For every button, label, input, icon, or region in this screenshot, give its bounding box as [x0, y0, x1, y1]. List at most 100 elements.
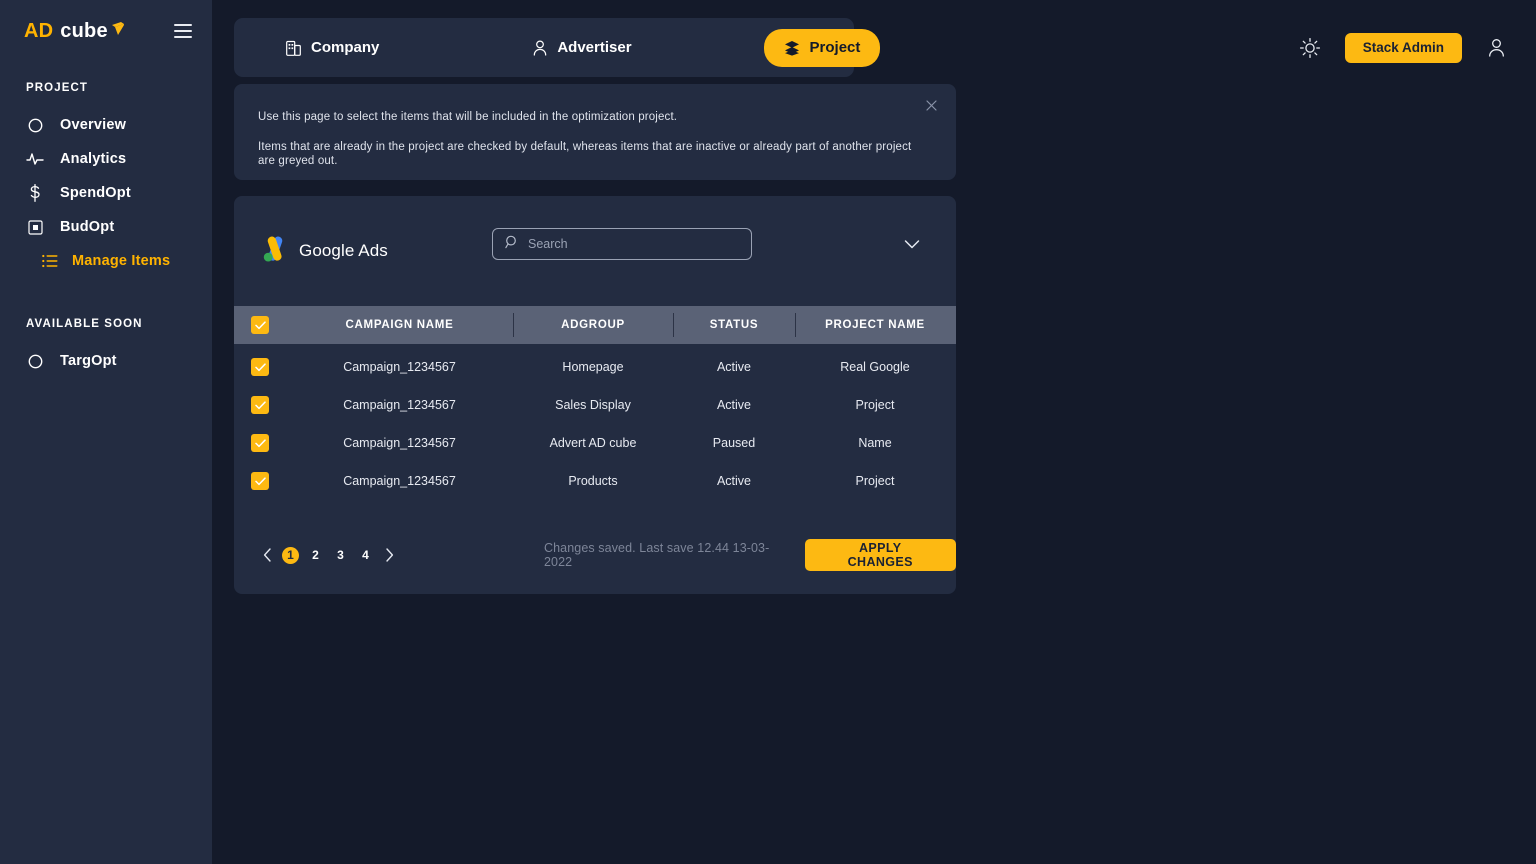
column-header-status[interactable]: STATUS: [673, 306, 795, 344]
cell-project-name: Name: [858, 436, 892, 450]
pagination-page-1[interactable]: 1: [282, 546, 299, 564]
table-body: Campaign_1234567 Homepage Active Real Go…: [234, 344, 956, 500]
hamburger-bar: [174, 24, 192, 26]
banner-line-2: Items that are already in the project ar…: [258, 141, 912, 167]
tab-project[interactable]: Project: [763, 28, 881, 67]
hamburger-bar: [174, 30, 192, 32]
card-footer: 1 2 3 4 Changes saved. Last save 12.44 1…: [234, 516, 956, 594]
cell-adgroup: Homepage: [562, 360, 624, 374]
chevron-left-icon[interactable]: [260, 547, 274, 563]
table-header-row: CAMPAIGN NAME ADGROUP STATUS PROJECT NAM…: [234, 306, 956, 344]
sidebar-item-analytics[interactable]: Analytics: [0, 142, 212, 176]
column-divider: [673, 313, 674, 337]
list-icon: [42, 253, 58, 269]
cell-campaign-name: Campaign_1234567: [343, 360, 456, 374]
logo-text-ad: AD: [24, 19, 54, 42]
row-checkbox[interactable]: [251, 434, 269, 452]
pagination: 1 2 3 4: [260, 546, 396, 564]
sun-icon[interactable]: [1297, 35, 1323, 61]
sidebar-item-label: TargOpt: [60, 353, 117, 369]
stack-admin-button[interactable]: Stack Admin: [1344, 32, 1462, 63]
logo-text-cube: cube: [60, 19, 108, 42]
save-status-text: Changes saved. Last save 12.44 13-03-202…: [544, 541, 770, 569]
chevron-right-icon[interactable]: [382, 547, 396, 563]
sidebar: AD cube PROJECT Overview Analytics Spend…: [0, 0, 212, 864]
close-icon[interactable]: [922, 96, 940, 114]
column-divider: [513, 313, 514, 337]
row-select-cell: [234, 472, 286, 490]
cell-campaign-name: Campaign_1234567: [343, 436, 456, 450]
hamburger-bar: [174, 36, 192, 38]
row-select-cell: [234, 396, 286, 414]
circle-icon: [26, 116, 44, 134]
main-content: Company Advertiser Project Stack Admin U…: [212, 0, 1536, 864]
sidebar-item-overview[interactable]: Overview: [0, 108, 212, 142]
row-checkbox[interactable]: [251, 396, 269, 414]
sidebar-header: AD cube: [0, 0, 212, 62]
pagination-page-4[interactable]: 4: [357, 547, 374, 564]
cell-status: Active: [716, 360, 752, 374]
row-checkbox[interactable]: [251, 358, 269, 376]
person-icon: [533, 40, 547, 56]
select-all-cell: [234, 316, 286, 334]
table-row[interactable]: Campaign_1234567 Homepage Active Real Go…: [234, 348, 956, 386]
search-input[interactable]: [528, 237, 728, 251]
cell-project-name: Project: [855, 474, 895, 488]
pagination-page-3[interactable]: 3: [332, 547, 349, 564]
sidebar-item-targopt[interactable]: TargOpt: [0, 344, 212, 378]
sidebar-item-label: Analytics: [60, 151, 127, 167]
tab-company[interactable]: Company: [270, 30, 395, 66]
cube-icon: [109, 21, 125, 39]
pulse-icon: [26, 150, 44, 168]
column-header-project-name[interactable]: PROJECT NAME: [795, 306, 955, 344]
top-bar-actions: Stack Admin: [1297, 18, 1508, 77]
square-in-square-icon: [26, 218, 44, 236]
app-logo[interactable]: AD cube: [24, 20, 125, 43]
search-box[interactable]: [492, 228, 752, 260]
cell-adgroup: Products: [568, 474, 618, 488]
table-row[interactable]: Campaign_1234567 Advert AD cube Paused N…: [234, 424, 956, 462]
cell-campaign-name: Campaign_1234567: [343, 474, 456, 488]
cell-project-name: Project: [855, 398, 895, 412]
table-row[interactable]: Campaign_1234567 Products Active Project: [234, 462, 956, 500]
sidebar-toggle-button[interactable]: [174, 24, 192, 38]
column-header-adgroup[interactable]: ADGROUP: [513, 306, 673, 344]
row-select-cell: [234, 434, 286, 452]
row-select-cell: [234, 358, 286, 376]
cell-status: Paused: [712, 436, 756, 450]
sidebar-section-available-soon: AVAILABLE SOON: [26, 318, 143, 330]
apply-changes-button[interactable]: APPLY CHANGES: [804, 539, 956, 571]
sidebar-item-spendopt[interactable]: SpendOpt: [0, 176, 212, 210]
chevron-down-icon[interactable]: [902, 234, 922, 254]
sidebar-item-manage-items[interactable]: Manage Items: [0, 244, 212, 278]
cell-status: Active: [716, 398, 752, 412]
building-icon: [286, 39, 301, 56]
sidebar-item-budopt[interactable]: BudOpt: [0, 210, 212, 244]
entity-tabs: Company Advertiser Project: [234, 18, 881, 77]
tab-advertiser[interactable]: Advertiser: [517, 30, 647, 66]
select-all-checkbox[interactable]: [251, 316, 269, 334]
sidebar-section-project: PROJECT: [26, 82, 89, 94]
sidebar-item-label: Manage Items: [72, 253, 171, 269]
tab-label: Project: [809, 39, 861, 56]
items-card: Google Ads Search CAMPAIGN NAME ADGROUP …: [234, 196, 956, 594]
column-header-campaign-name[interactable]: CAMPAIGN NAME: [286, 306, 513, 344]
dollar-icon: [26, 184, 44, 202]
circle-icon: [26, 352, 44, 370]
table-row[interactable]: Campaign_1234567 Sales Display Active Pr…: [234, 386, 956, 424]
cell-adgroup: Sales Display: [555, 398, 631, 412]
cell-adgroup: Advert AD cube: [549, 436, 637, 450]
sidebar-item-label: Overview: [60, 117, 127, 133]
google-ads-icon: [260, 234, 290, 269]
row-checkbox[interactable]: [251, 472, 269, 490]
pagination-page-2[interactable]: 2: [307, 547, 324, 564]
tab-label: Company: [311, 39, 380, 56]
account-person-icon[interactable]: [1484, 36, 1508, 60]
sidebar-item-label: SpendOpt: [60, 185, 131, 201]
search-icon: [505, 235, 519, 254]
cell-project-name: Real Google: [840, 360, 910, 374]
card-header: Google Ads: [234, 196, 956, 306]
banner-line-1: Use this page to select the items that w…: [258, 111, 678, 123]
top-bar: Company Advertiser Project Stack Admin: [212, 0, 1536, 84]
provider-brand: Google Ads: [260, 234, 388, 269]
